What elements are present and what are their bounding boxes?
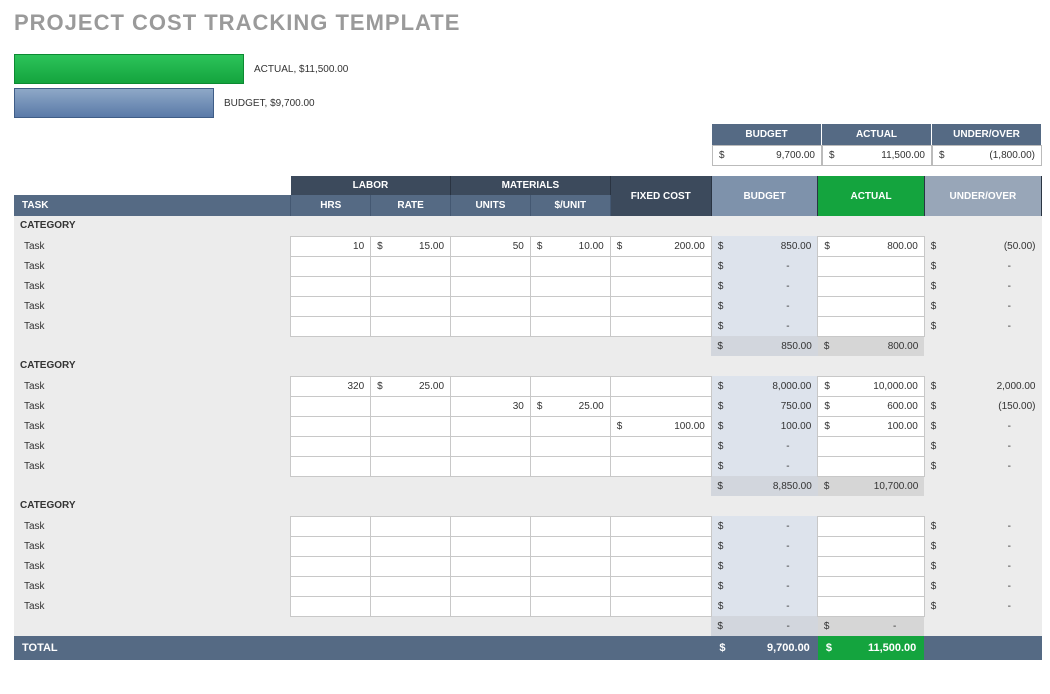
subtotal-row: $850.00$800.00: [14, 336, 1042, 356]
col-units: UNITS: [451, 195, 531, 216]
col-per-unit: $/UNIT: [530, 195, 610, 216]
table-row[interactable]: Task$-$-: [14, 456, 1042, 476]
bar-budget-label: BUDGET, $9,700.00: [224, 98, 315, 109]
table-row[interactable]: Task$-$-: [14, 556, 1042, 576]
cost-table: LABOR MATERIALS FIXED COST BUDGET ACTUAL…: [14, 176, 1042, 660]
col-group-labor: LABOR: [291, 176, 451, 195]
subtotal-row: $-$-: [14, 616, 1042, 636]
table-row[interactable]: Task$-$-: [14, 316, 1042, 336]
bar-actual-label: ACTUAL, $11,500.00: [254, 64, 348, 75]
col-task: TASK: [14, 195, 291, 216]
summary-grid: BUDGET ACTUAL UNDER/OVER $9,700.00 $11,5…: [712, 124, 1042, 166]
col-hrs: HRS: [291, 195, 371, 216]
summary-value-under-over: $(1,800.00): [932, 145, 1042, 166]
table-row[interactable]: Task$-$-: [14, 276, 1042, 296]
col-actual: ACTUAL: [818, 176, 924, 216]
total-under-over: [924, 636, 1041, 660]
summary-header-budget: BUDGET: [712, 124, 822, 145]
subtotal-row: $8,850.00$10,700.00: [14, 476, 1042, 496]
table-row[interactable]: Task$-$-: [14, 256, 1042, 276]
summary-bar-chart: ACTUAL, $11,500.00 BUDGET, $9,700.00: [14, 54, 1042, 118]
table-row[interactable]: Task30$25.00$750.00$600.00$(150.00): [14, 396, 1042, 416]
table-row[interactable]: Task$-$-: [14, 576, 1042, 596]
table-row[interactable]: Task$-$-: [14, 516, 1042, 536]
total-budget: $9,700.00: [711, 636, 817, 660]
category-row: CATEGORY: [14, 216, 1042, 236]
category-row: CATEGORY: [14, 356, 1042, 376]
total-actual: $11,500.00: [818, 636, 924, 660]
summary-value-budget: $9,700.00: [712, 145, 822, 166]
table-row[interactable]: Task320$25.00$8,000.00$10,000.00$2,000.0…: [14, 376, 1042, 396]
table-row[interactable]: Task$-$-: [14, 596, 1042, 616]
col-budget: BUDGET: [711, 176, 817, 216]
col-group-materials: MATERIALS: [451, 176, 611, 195]
table-row[interactable]: Task$100.00$100.00$100.00$-: [14, 416, 1042, 436]
table-row[interactable]: Task$-$-: [14, 296, 1042, 316]
summary-value-actual: $11,500.00: [822, 145, 932, 166]
table-row[interactable]: Task$-$-: [14, 536, 1042, 556]
col-rate: RATE: [371, 195, 451, 216]
page-title: PROJECT COST TRACKING TEMPLATE: [14, 10, 1042, 36]
category-row: CATEGORY: [14, 496, 1042, 516]
bar-budget: [14, 88, 214, 118]
table-row[interactable]: Task$-$-: [14, 436, 1042, 456]
col-fixed: FIXED COST: [610, 176, 711, 216]
summary-header-under-over: UNDER/OVER: [932, 124, 1042, 145]
col-under-over: UNDER/OVER: [924, 176, 1041, 216]
total-label: TOTAL: [14, 636, 711, 660]
bar-actual: [14, 54, 244, 84]
table-row[interactable]: Task10$15.0050$10.00$200.00$850.00$800.0…: [14, 236, 1042, 256]
summary-header-actual: ACTUAL: [822, 124, 932, 145]
